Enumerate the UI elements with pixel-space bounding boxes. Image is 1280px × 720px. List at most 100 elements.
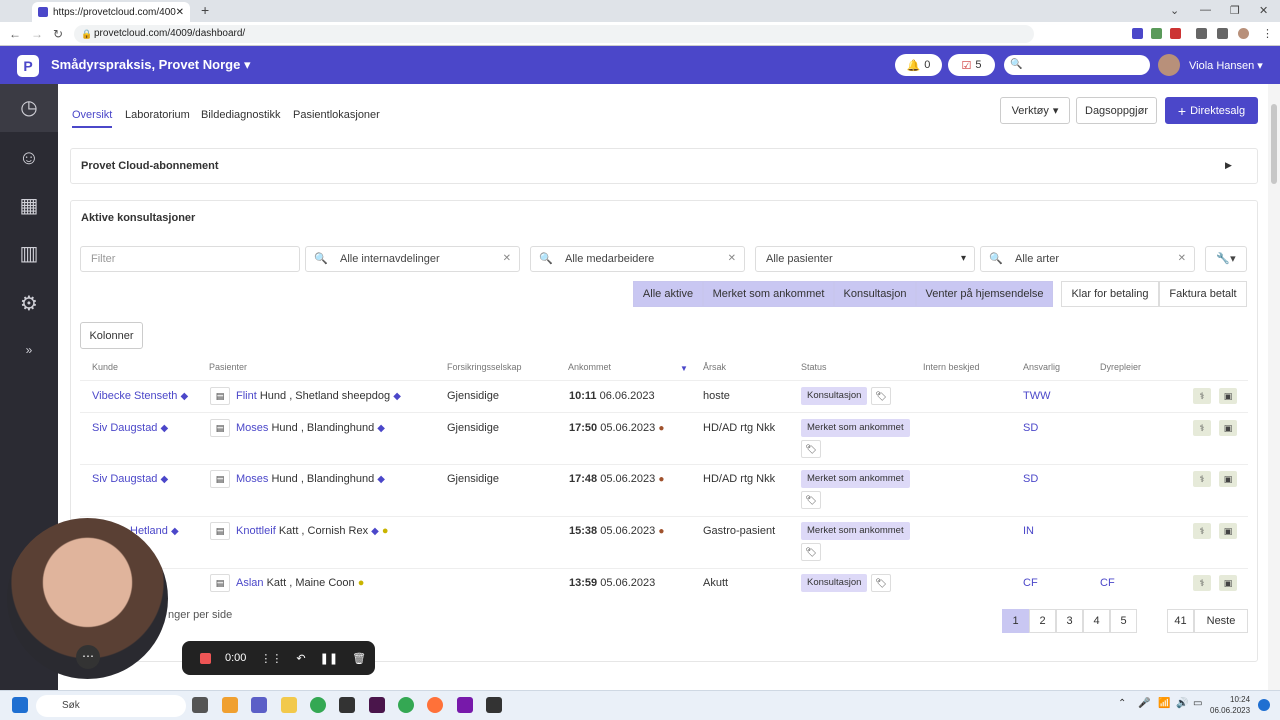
label-tag-icon[interactable]: 🏷 xyxy=(871,387,891,405)
more-icon[interactable]: ⋯ xyxy=(76,645,100,669)
table-row[interactable] xyxy=(80,412,1248,464)
direct-sale-button[interactable]: + Direktesalg xyxy=(1165,97,1258,124)
payment-icon[interactable]: ▣ xyxy=(1219,523,1237,539)
teams-icon[interactable] xyxy=(251,697,267,713)
notifications-button[interactable]: 🔔 0 xyxy=(895,54,942,76)
stethoscope-icon[interactable]: ⚕ xyxy=(1193,388,1211,404)
col-customer[interactable]: Kunde xyxy=(92,362,118,372)
slack-icon[interactable] xyxy=(369,697,385,713)
staff-select[interactable]: 🔍 Alle medarbeidere ✕ xyxy=(530,246,745,272)
clients-icon[interactable]: ☺ xyxy=(17,146,41,170)
tab-overview[interactable]: Oversikt xyxy=(72,109,113,128)
avatar[interactable] xyxy=(1158,54,1180,76)
stethoscope-icon[interactable]: ⚕ xyxy=(1193,523,1211,539)
daily-settlement-button[interactable]: Dagsoppgjør xyxy=(1076,97,1157,124)
table-row[interactable] xyxy=(80,516,1248,568)
record-icon[interactable]: ▤ xyxy=(210,522,230,540)
patient-cell[interactable]: Moses Hund , Blandinghund ◆ xyxy=(236,422,385,434)
table-row[interactable] xyxy=(80,464,1248,516)
sidepanel-icon[interactable] xyxy=(1217,28,1228,39)
record-icon[interactable]: ▤ xyxy=(210,470,230,488)
clear-icon[interactable]: ✕ xyxy=(503,247,511,271)
label-tag-icon[interactable]: 🏷 xyxy=(801,491,821,509)
payment-icon[interactable]: ▣ xyxy=(1219,575,1237,591)
page-5[interactable]: 5 xyxy=(1110,609,1137,633)
stethoscope-icon[interactable]: ⚕ xyxy=(1193,420,1211,436)
filter-ready-payment[interactable]: Klar for betaling xyxy=(1061,281,1159,307)
pause-icon[interactable]: ❚❚ xyxy=(320,652,338,665)
reports-icon[interactable]: ▥ xyxy=(17,242,41,266)
close-tab-icon[interactable]: ✕ xyxy=(176,7,184,18)
terminal-icon[interactable] xyxy=(486,697,502,713)
tab-patient-locations[interactable]: Pasientlokasjoner xyxy=(293,109,380,121)
filter-consultation[interactable]: Konsultasjon xyxy=(834,281,916,307)
clinic-selector[interactable]: Smådyrspraksis, Provet Norge ▾ xyxy=(51,57,250,73)
col-insurer[interactable]: Forsikringsselskap xyxy=(447,362,522,372)
customer-link[interactable]: Vibecke Stenseth ◆ xyxy=(92,390,188,402)
record-icon[interactable]: ▤ xyxy=(210,419,230,437)
col-nurse[interactable]: Dyrepleier xyxy=(1100,362,1141,372)
chrome-icon[interactable] xyxy=(398,697,414,713)
extension-icon[interactable] xyxy=(1132,28,1143,39)
patient-cell[interactable]: Flint Hund , Shetland sheepdog ◆ xyxy=(236,390,401,402)
calendar-icon[interactable]: ▦ xyxy=(17,194,41,218)
windows-start-icon[interactable] xyxy=(12,697,28,713)
minimize-icon[interactable]: — xyxy=(1200,4,1211,16)
chevron-down-icon[interactable]: ⌄ xyxy=(1170,4,1179,17)
expand-caret-icon[interactable]: ▶ xyxy=(1225,160,1232,171)
patients-select[interactable]: Alle pasienter ▾ xyxy=(755,246,975,272)
page-4[interactable]: 4 xyxy=(1083,609,1110,633)
patient-cell[interactable]: Moses Hund , Blandinghund ◆ xyxy=(236,473,385,485)
page-last[interactable]: 41 xyxy=(1167,609,1194,633)
volume-icon[interactable]: 🔊 xyxy=(1176,698,1188,709)
notification-center-icon[interactable] xyxy=(1258,699,1270,711)
label-tag-icon[interactable]: 🏷 xyxy=(871,574,891,592)
firefox-icon[interactable] xyxy=(427,697,443,713)
tools-dropdown[interactable]: Verktøy ▾ xyxy=(1000,97,1070,124)
patient-cell[interactable]: Knottleif Katt , Cornish Rex ◆ ● xyxy=(236,525,389,537)
status-badge[interactable]: Konsultasjon xyxy=(801,387,868,405)
filter-all-active[interactable]: Alle aktive xyxy=(633,281,703,307)
page-2[interactable]: 2 xyxy=(1029,609,1056,633)
payment-icon[interactable]: ▣ xyxy=(1219,471,1237,487)
filter-waiting-discharge[interactable]: Venter på hjemsendelse xyxy=(916,281,1053,307)
stop-record-icon[interactable] xyxy=(200,652,211,664)
battery-icon[interactable]: ▭ xyxy=(1193,698,1202,709)
onenote-icon[interactable] xyxy=(457,697,473,713)
filter-invoice-paid[interactable]: Faktura betalt xyxy=(1159,281,1247,307)
reload-icon[interactable]: ↻ xyxy=(53,27,63,41)
tab-laboratory[interactable]: Laboratorium xyxy=(125,109,190,121)
mic-icon[interactable]: 🎤 xyxy=(1138,698,1150,709)
status-badge[interactable]: Merket som ankommet xyxy=(801,522,910,540)
department-select[interactable]: 🔍 Alle internavdelinger ✕ xyxy=(305,246,520,272)
customer-link[interactable]: Siv Daugstad ◆ xyxy=(92,473,168,485)
weather-icon[interactable] xyxy=(222,697,238,713)
status-badge[interactable]: Konsultasjon xyxy=(801,574,868,592)
page-3[interactable]: 3 xyxy=(1056,609,1083,633)
network-icon[interactable]: 📶 xyxy=(1158,698,1170,709)
chrome-icon[interactable] xyxy=(310,697,326,713)
extension-icon[interactable] xyxy=(1170,28,1181,39)
next-page-button[interactable]: Neste xyxy=(1194,609,1248,633)
browser-tab[interactable]: https://provetcloud.com/4009 ✕ xyxy=(32,2,190,22)
filter-input[interactable]: Filter xyxy=(80,246,300,272)
clear-icon[interactable]: ✕ xyxy=(728,247,736,271)
url-field[interactable]: 🔒 provetcloud.com/4009/dashboard/ xyxy=(74,25,1034,43)
tray-chevron-icon[interactable]: ⌃ xyxy=(1118,698,1126,709)
col-patients[interactable]: Pasienter xyxy=(209,362,247,372)
global-search-input[interactable]: 🔍 xyxy=(1004,55,1150,75)
tab-imaging[interactable]: Bildediagnostikk xyxy=(201,109,281,121)
columns-button[interactable]: Kolonner xyxy=(80,322,143,349)
stethoscope-icon[interactable]: ⚕ xyxy=(1193,575,1211,591)
puzzle-icon[interactable] xyxy=(1196,28,1207,39)
status-badge[interactable]: Merket som ankommet xyxy=(801,470,910,488)
stethoscope-icon[interactable]: ⚕ xyxy=(1193,471,1211,487)
wrench-dropdown[interactable]: 🔧▾ xyxy=(1205,246,1247,272)
col-arrived[interactable]: Ankommet xyxy=(568,362,611,372)
payment-icon[interactable]: ▣ xyxy=(1219,388,1237,404)
col-internal-message[interactable]: Intern beskjed xyxy=(923,362,980,372)
expand-sidebar-icon[interactable]: » xyxy=(17,338,41,362)
patient-cell[interactable]: Aslan Katt , Maine Coon ● xyxy=(236,577,364,589)
tasks-button[interactable]: ☑ 5 xyxy=(948,54,995,76)
status-badge[interactable]: Merket som ankommet xyxy=(801,419,910,437)
